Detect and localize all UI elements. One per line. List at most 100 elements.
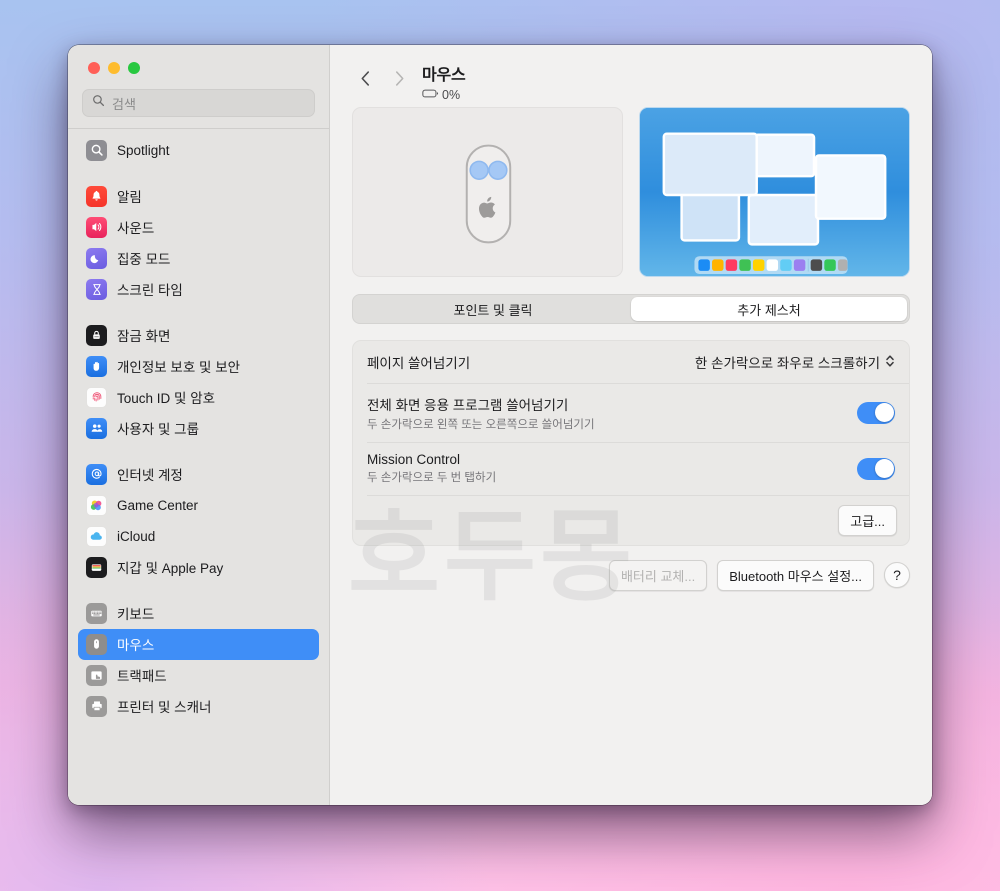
row-text-group: 전체 화면 응용 프로그램 쓸어넘기기 두 손가락으로 왼쪽 또는 오른쪽으로 … bbox=[367, 394, 595, 432]
dropdown-value: 한 손가락으로 좌우로 스크롤하기 bbox=[694, 356, 880, 371]
row-text-group: Mission Control 두 손가락으로 두 번 탭하기 bbox=[367, 452, 496, 485]
fullscreen-app-swipe-toggle[interactable] bbox=[857, 401, 895, 424]
users-groups-icon bbox=[86, 417, 107, 439]
bluetooth-mouse-setup-button[interactable]: Bluetooth 마우스 설정... bbox=[717, 559, 874, 591]
battery-level: 0% bbox=[442, 88, 461, 102]
sidebar-item-label: 집중 모드 bbox=[117, 252, 171, 267]
keyboard-icon bbox=[86, 602, 107, 624]
forward-button[interactable] bbox=[382, 63, 416, 93]
tab-bar[interactable]: 포인트 및 클릭 추가 제스처 bbox=[352, 294, 910, 324]
navigation-bar: 마우스 0% bbox=[330, 45, 932, 107]
close-button[interactable] bbox=[88, 62, 100, 74]
sidebar-item-label: 키보드 bbox=[117, 607, 155, 622]
search-input[interactable]: 검색 bbox=[82, 89, 315, 117]
back-button[interactable] bbox=[348, 63, 382, 93]
sidebar-item-lock-screen[interactable]: 잠금 화면 bbox=[78, 320, 319, 351]
sidebar-item-label: 알림 bbox=[117, 190, 142, 205]
sidebar: 검색 Spotlight 알림 사운드 집중 모드 스크린 타임 잠금 화면 개… bbox=[68, 45, 330, 805]
screen-time-icon bbox=[86, 278, 107, 300]
sidebar-item-wallet-apple-pay[interactable]: 지갑 및 Apple Pay bbox=[78, 552, 319, 583]
replace-battery-button[interactable]: 배터리 교체... bbox=[608, 559, 708, 591]
sidebar-item-game-center[interactable]: Game Center bbox=[78, 490, 319, 521]
row-fullscreen-app-swipe[interactable]: 전체 화면 응용 프로그램 쓸어넘기기 두 손가락으로 왼쪽 또는 오른쪽으로 … bbox=[353, 384, 909, 442]
page-title-block: 마우스 0% bbox=[422, 61, 466, 104]
sidebar-item-label: 프린터 및 스캐너 bbox=[117, 700, 212, 715]
detail-pane: 호두몽 마우스 0% 포인트 및 클릭 추가 제스처 페이지 쓸어넘기기 한 손… bbox=[330, 45, 932, 805]
mission-control-toggle[interactable] bbox=[857, 457, 895, 480]
row-label: 페이지 쓸어넘기기 bbox=[367, 356, 471, 371]
minimize-button[interactable] bbox=[108, 62, 120, 74]
maximize-button[interactable] bbox=[128, 62, 140, 74]
row-page-swipe[interactable]: 페이지 쓸어넘기기 한 손가락으로 좌우로 스크롤하기 bbox=[353, 341, 909, 383]
sidebar-item-focus[interactable]: 집중 모드 bbox=[78, 243, 319, 274]
sidebar-item-trackpad[interactable]: 트랙패드 bbox=[78, 660, 319, 691]
spotlight-icon bbox=[86, 139, 107, 161]
printer-scanner-icon bbox=[86, 695, 107, 717]
sidebar-item-label: 인터넷 계정 bbox=[117, 468, 183, 483]
gestures-settings-card: 페이지 쓸어넘기기 한 손가락으로 좌우로 스크롤하기 전체 화면 응용 프로그… bbox=[352, 340, 910, 546]
illustration-row bbox=[352, 107, 910, 277]
lock-screen-icon bbox=[86, 324, 107, 346]
trackpad-icon bbox=[86, 664, 107, 686]
row-sublabel: 두 손가락으로 두 번 탭하기 bbox=[367, 472, 497, 484]
internet-accounts-icon bbox=[86, 463, 107, 485]
sidebar-item-spotlight[interactable]: Spotlight bbox=[78, 135, 319, 166]
sidebar-item-privacy-security[interactable]: 개인정보 보호 및 보안 bbox=[78, 351, 319, 382]
sidebar-item-screen-time[interactable]: 스크린 타임 bbox=[78, 274, 319, 305]
magic-mouse-illustration bbox=[352, 107, 623, 277]
toggle-knob bbox=[874, 459, 894, 478]
sidebar-item-label: 사용자 및 그룹 bbox=[117, 422, 200, 437]
sidebar-item-label: 마우스 bbox=[117, 638, 155, 653]
sidebar-item-keyboard[interactable]: 키보드 bbox=[78, 598, 319, 629]
toggle-knob bbox=[874, 403, 894, 422]
sidebar-item-label: iCloud bbox=[117, 528, 156, 544]
help-button[interactable]: ? bbox=[884, 562, 910, 588]
sidebar-item-label: Touch ID 및 암호 bbox=[117, 391, 216, 406]
sidebar-item-label: 트랙패드 bbox=[117, 669, 167, 684]
touch-id-icon bbox=[86, 386, 107, 408]
dock bbox=[694, 256, 848, 275]
focus-icon bbox=[86, 247, 107, 269]
sidebar-list[interactable]: Spotlight 알림 사운드 집중 모드 스크린 타임 잠금 화면 개인정보… bbox=[68, 129, 329, 806]
tab-point-and-click[interactable]: 포인트 및 클릭 bbox=[355, 297, 631, 321]
sidebar-item-icloud[interactable]: iCloud bbox=[78, 521, 319, 552]
icloud-icon bbox=[86, 525, 107, 547]
sidebar-item-mouse[interactable]: 마우스 bbox=[78, 628, 319, 660]
sidebar-item-touch-id[interactable]: Touch ID 및 암호 bbox=[78, 382, 319, 413]
privacy-security-icon bbox=[86, 355, 107, 377]
mouse-icon bbox=[86, 633, 107, 655]
sidebar-item-printer-scanner[interactable]: 프린터 및 스캐너 bbox=[78, 691, 319, 722]
tab-more-gestures[interactable]: 추가 제스처 bbox=[631, 297, 907, 321]
search-placeholder: 검색 bbox=[112, 96, 136, 112]
sidebar-item-label: Game Center bbox=[117, 497, 199, 513]
sidebar-item-internet-accounts[interactable]: 인터넷 계정 bbox=[78, 459, 319, 490]
sidebar-item-label: 스크린 타임 bbox=[117, 283, 183, 298]
sidebar-item-label: 사운드 bbox=[117, 221, 155, 236]
wallet-apple-pay-icon bbox=[86, 556, 107, 578]
sidebar-item-notifications[interactable]: 알림 bbox=[78, 181, 319, 212]
game-center-icon bbox=[86, 494, 107, 516]
detail-content: 포인트 및 클릭 추가 제스처 페이지 쓸어넘기기 한 손가락으로 좌우로 스크… bbox=[330, 107, 932, 591]
battery-status: 0% bbox=[422, 86, 466, 104]
row-sublabel: 두 손가락으로 왼쪽 또는 오른쪽으로 쓸어넘기기 bbox=[367, 418, 595, 431]
sidebar-item-sound[interactable]: 사운드 bbox=[78, 212, 319, 243]
sound-icon bbox=[86, 216, 107, 238]
sidebar-item-label: 개인정보 보호 및 보안 bbox=[117, 360, 241, 375]
row-mission-control[interactable]: Mission Control 두 손가락으로 두 번 탭하기 bbox=[353, 442, 909, 495]
page-swipe-dropdown[interactable]: 한 손가락으로 좌우로 스크롤하기 bbox=[695, 352, 895, 372]
system-settings-window: 검색 Spotlight 알림 사운드 집중 모드 스크린 타임 잠금 화면 개… bbox=[68, 45, 932, 805]
sidebar-item-users-groups[interactable]: 사용자 및 그룹 bbox=[78, 413, 319, 444]
chevron-updown-icon bbox=[885, 353, 895, 372]
notifications-icon bbox=[86, 185, 107, 207]
sidebar-item-label: 지갑 및 Apple Pay bbox=[117, 561, 224, 576]
search-container: 검색 bbox=[68, 74, 329, 128]
row-label: Mission Control bbox=[367, 452, 461, 467]
window-controls bbox=[68, 45, 329, 74]
advanced-button[interactable]: 고급... bbox=[838, 504, 897, 536]
sidebar-item-label: 잠금 화면 bbox=[117, 329, 171, 344]
card-footer: 고급... bbox=[353, 496, 909, 545]
row-label: 전체 화면 응용 프로그램 쓸어넘기기 bbox=[367, 397, 569, 413]
